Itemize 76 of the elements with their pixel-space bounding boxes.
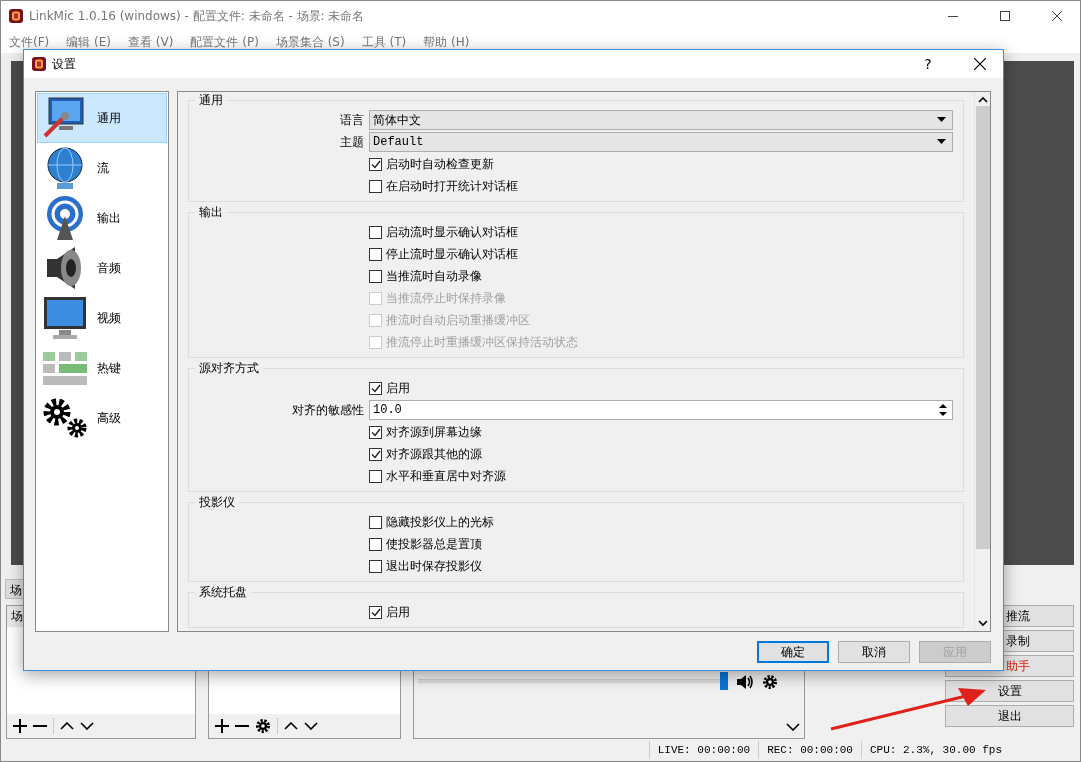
checkbox-option[interactable]: 停止流时显示确认对话框 <box>369 244 953 264</box>
category-item[interactable]: 视频 <box>37 293 167 343</box>
status-text: REC: 00:00:00 <box>758 741 861 759</box>
menu-item[interactable]: 编辑 (E) <box>66 35 112 49</box>
check-icon <box>370 383 381 393</box>
app-logo-icon <box>9 9 23 23</box>
dialog-button[interactable]: 确定 <box>757 641 829 663</box>
category-item[interactable]: 高级 <box>37 393 167 443</box>
menu-item[interactable]: 文件(F) <box>9 35 50 49</box>
gears-icon <box>41 396 89 440</box>
app-logo-icon <box>32 57 46 71</box>
dropdown-arrow-icon <box>937 117 946 123</box>
close-icon <box>1052 11 1062 21</box>
help-button[interactable]: ? <box>905 49 951 79</box>
checkbox-option[interactable]: 在启动时打开统计对话框 <box>369 176 953 196</box>
group-title: 输出 <box>198 204 224 221</box>
add-icon <box>13 719 27 733</box>
scrollbar[interactable] <box>974 92 990 631</box>
group-title: 投影仪 <box>198 494 236 511</box>
speaker-icon <box>736 674 754 691</box>
scroll-down-icon <box>977 619 988 627</box>
field-label: 主题 <box>339 133 364 151</box>
checkbox-option[interactable]: 退出时保存投影仪 <box>369 556 953 576</box>
check-icon <box>370 607 381 617</box>
status-text: LIVE: 00:00:00 <box>648 741 759 759</box>
menu-item[interactable]: 帮助 (H) <box>423 35 470 49</box>
dropdown-arrow-icon <box>937 139 946 145</box>
maximize-icon <box>1000 11 1010 21</box>
spin-arrows-icon <box>937 402 949 418</box>
move-up-icon <box>60 722 74 730</box>
category-item[interactable]: 通用 <box>37 93 167 143</box>
field-label: 对齐的敏感性 <box>291 401 364 419</box>
window-title: LinkMic 1.0.16 (windows) - 配置文件: 未命名 - 场景: 未命名 <box>29 7 366 25</box>
menu-item[interactable]: 查看 (V) <box>128 35 174 49</box>
settings-icon <box>762 674 778 691</box>
checkbox-option[interactable]: 隐藏投影仪上的光标 <box>369 512 953 532</box>
check-icon <box>370 427 381 437</box>
move-up-icon <box>284 722 298 730</box>
menu-item[interactable]: 工具 (T) <box>361 35 407 49</box>
group-title: 系统托盘 <box>198 584 248 601</box>
category-item[interactable]: 热键 <box>37 343 167 393</box>
move-down-icon <box>304 722 318 730</box>
control-button[interactable]: 退出 <box>945 705 1074 728</box>
status-text: CPU: 2.3%, 30.00 fps <box>860 741 1010 759</box>
group-title: 源对齐方式 <box>198 360 260 377</box>
monitor-icon <box>41 295 89 341</box>
dropdown[interactable]: Default <box>369 132 953 152</box>
minimize-icon <box>948 15 958 17</box>
move-down-icon <box>786 723 800 731</box>
checkbox-option[interactable]: 启动时自动检查更新 <box>369 154 953 174</box>
category-item[interactable]: 输出 <box>37 193 167 243</box>
control-button[interactable]: 设置 <box>945 680 1074 703</box>
group-title: 通用 <box>198 92 224 109</box>
checkbox-option[interactable]: 使投影器总是置顶 <box>369 534 953 554</box>
settings-icon <box>255 718 271 734</box>
menu-item[interactable]: 场景集合 (S) <box>275 35 345 49</box>
menu-item[interactable]: 配置文件 (P) <box>190 35 259 49</box>
close-icon <box>974 58 986 70</box>
add-icon <box>215 719 229 733</box>
scroll-up-icon <box>977 96 988 104</box>
dropdown[interactable]: 简体中文 <box>369 110 953 130</box>
field-label: 语言 <box>339 111 364 129</box>
dialog-button[interactable]: 取消 <box>838 641 910 663</box>
checkbox-option[interactable]: 当推流时自动录像 <box>369 266 953 286</box>
checkbox-option[interactable]: 对齐源跟其他的源 <box>369 444 953 464</box>
number-field[interactable]: 10.0 <box>369 400 953 420</box>
move-down-icon <box>80 722 94 730</box>
check-icon <box>370 159 381 169</box>
category-item[interactable]: 流 <box>37 143 167 193</box>
checkbox-option[interactable]: 启用 <box>369 378 953 398</box>
checkbox-option[interactable]: 水平和垂直居中对齐源 <box>369 466 953 486</box>
check-icon <box>370 449 381 459</box>
dialog-title: 设置 <box>52 55 77 73</box>
checkbox-option[interactable]: 对齐源到屏幕边缘 <box>369 422 953 442</box>
checkbox-option[interactable]: 启动流时显示确认对话框 <box>369 222 953 242</box>
category-item[interactable]: 音频 <box>37 243 167 293</box>
